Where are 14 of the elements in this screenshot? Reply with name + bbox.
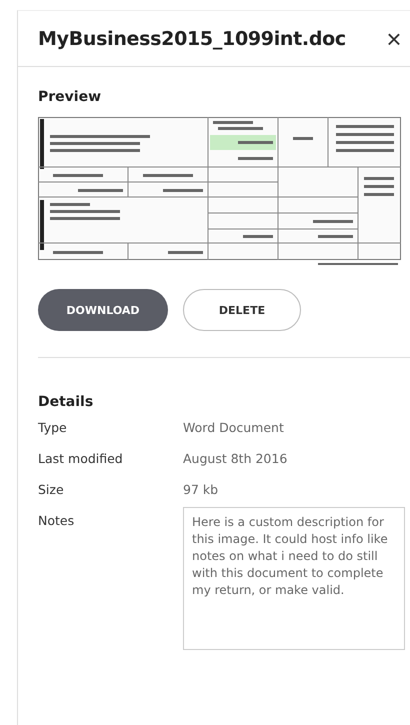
detail-value: 97 kb [183, 482, 218, 497]
notes-field[interactable]: Here is a custom description for this image. It could host info like notes on what i need to do still with this document to complete my return, or make valid. [183, 507, 405, 650]
file-title: MyBusiness2015_1099int.doc [38, 28, 346, 50]
detail-value: Word Document [183, 420, 284, 435]
detail-label: Last modified [38, 451, 124, 466]
detail-label: Size [38, 482, 65, 497]
detail-label: Type [38, 420, 68, 435]
download-button[interactable]: DOWNLOAD [38, 289, 168, 331]
delete-button[interactable]: DELETE [183, 289, 301, 331]
section-heading: Details [38, 394, 94, 410]
section-heading: Preview [38, 89, 102, 105]
close-button[interactable]: × [382, 26, 406, 52]
detail-label: Notes [38, 513, 76, 530]
detail-value: August 8th 2016 [183, 451, 288, 466]
